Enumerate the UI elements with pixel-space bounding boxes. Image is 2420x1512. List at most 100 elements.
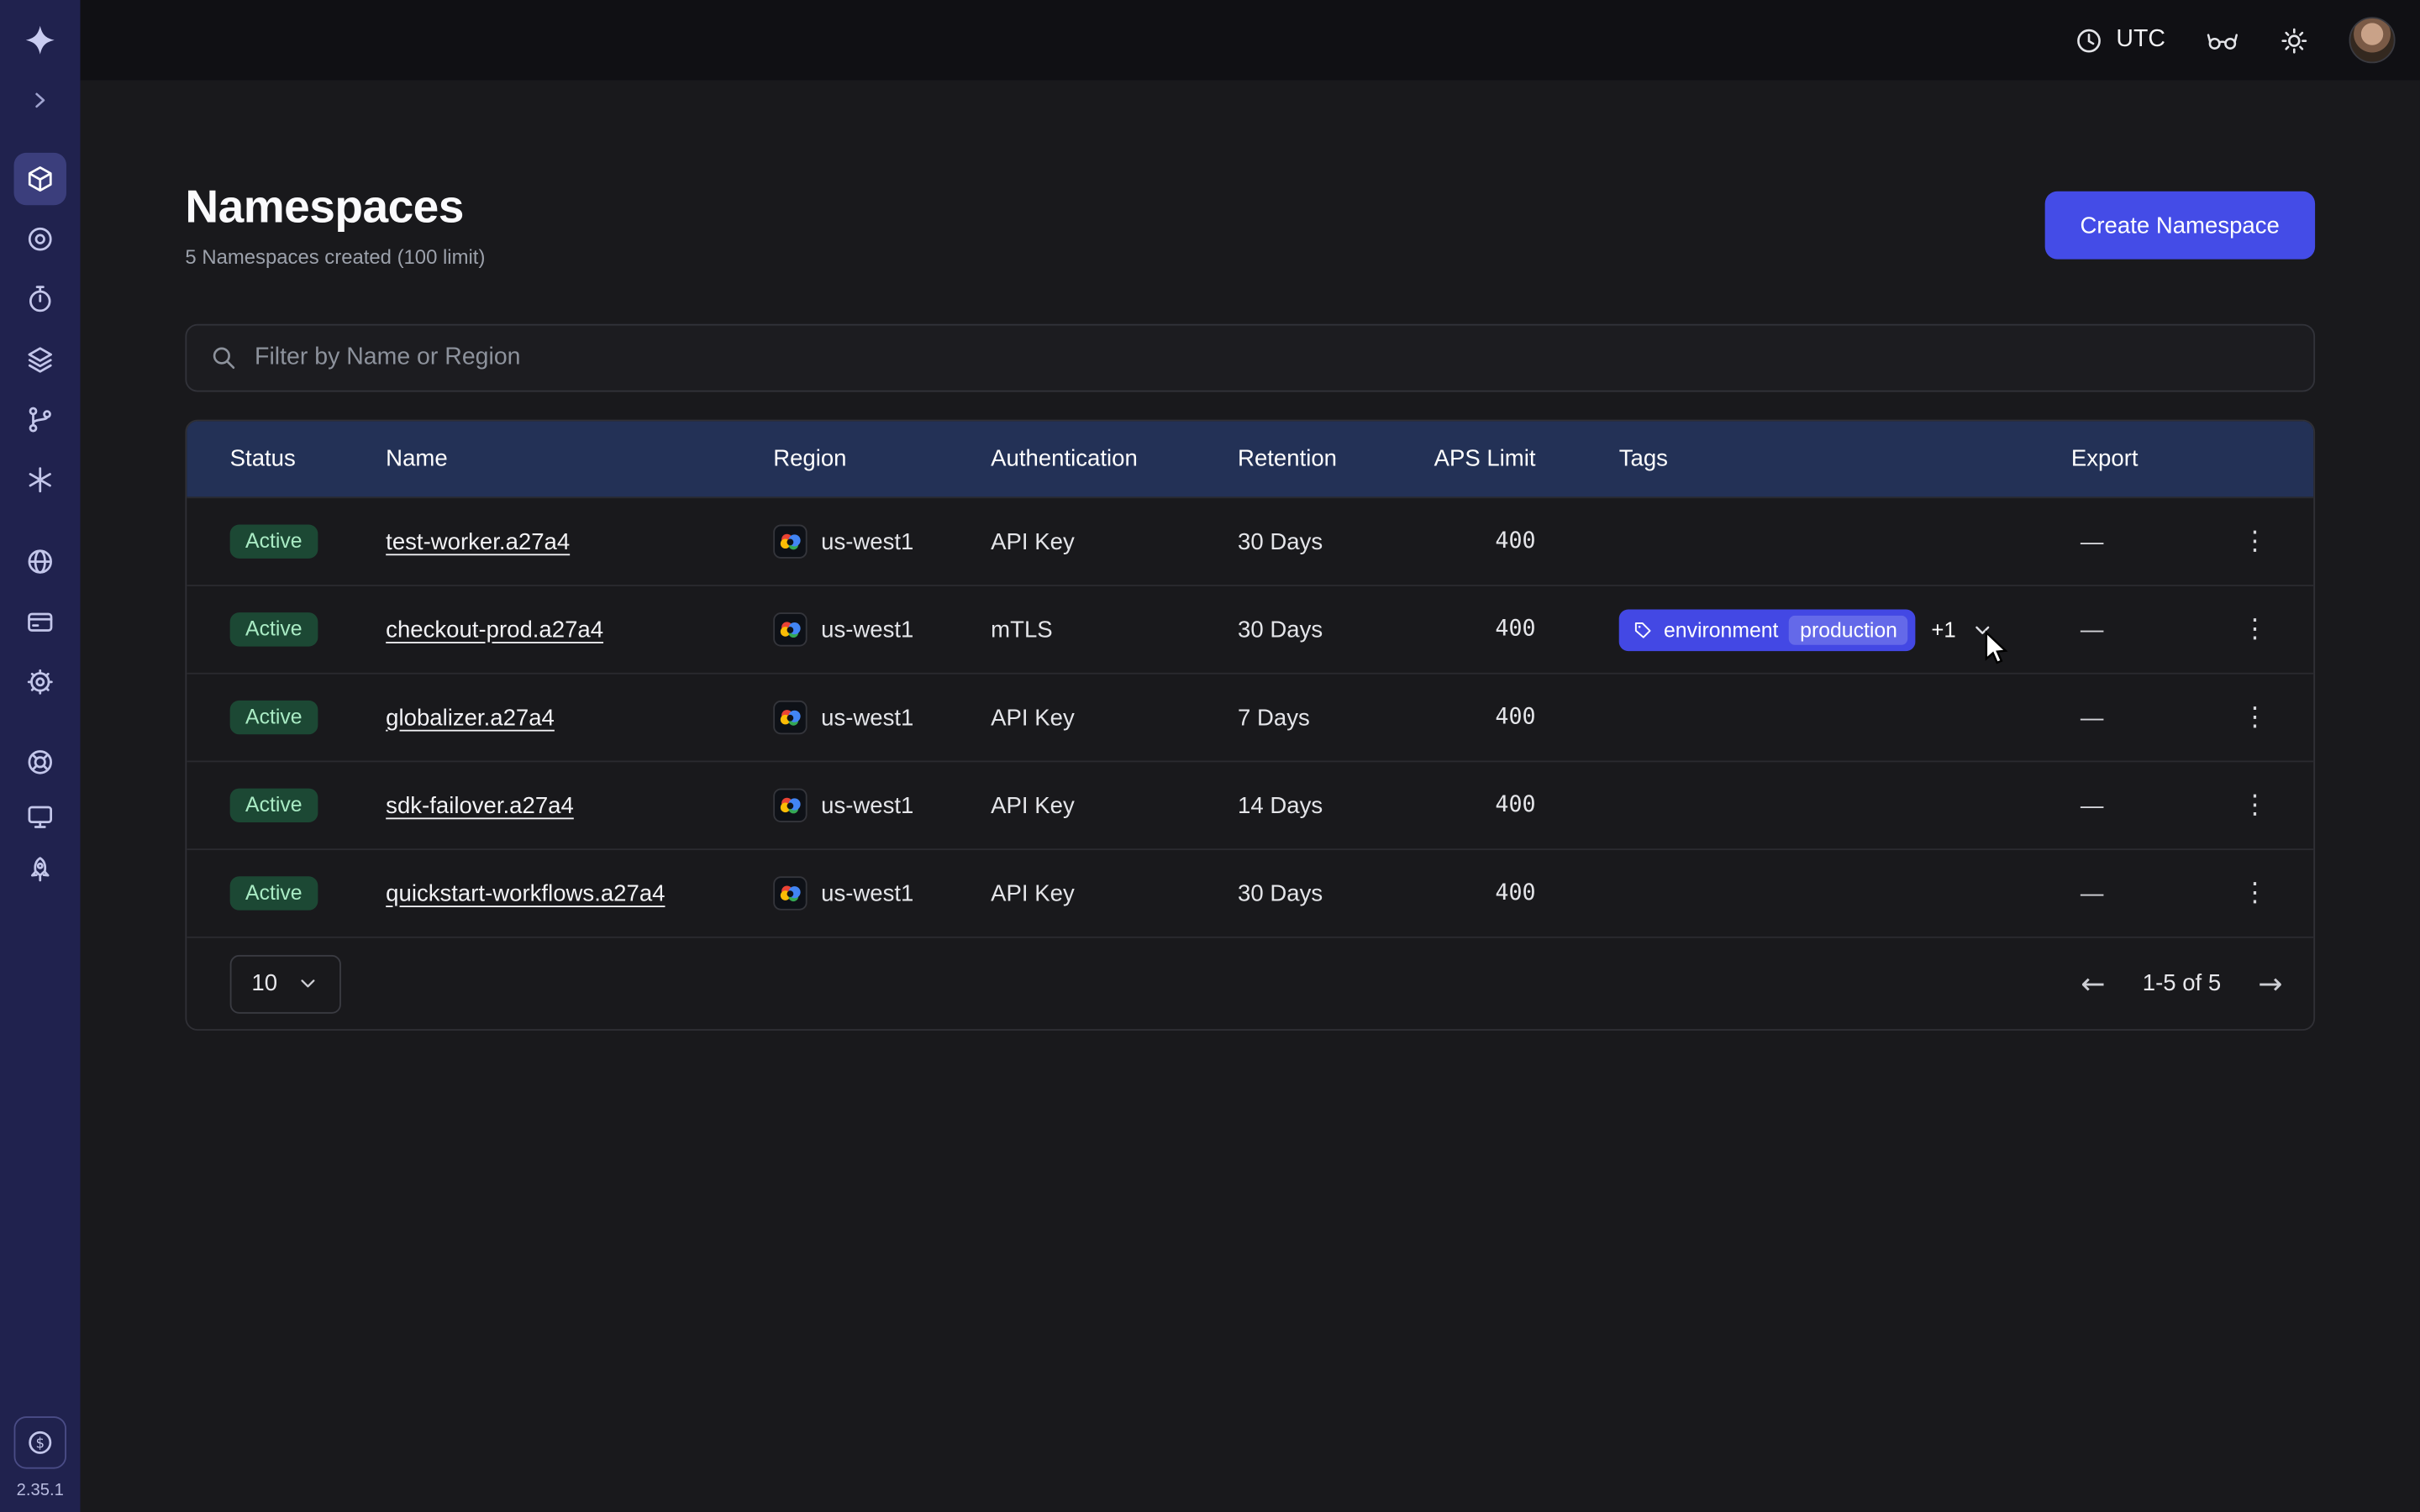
- version-label: 2.35.1: [17, 1481, 64, 1499]
- tag-key: environment: [1664, 618, 1778, 642]
- coin-icon[interactable]: $: [14, 1416, 66, 1468]
- table-row: Active test-worker.a27a4 us-west1 API Ke…: [187, 496, 2313, 585]
- status-badge: Active: [230, 524, 318, 558]
- auth-cell: API Key: [991, 880, 1238, 906]
- status-badge: Active: [230, 876, 318, 910]
- header-authentication: Authentication: [991, 446, 1238, 472]
- rocket-icon[interactable]: [14, 844, 66, 896]
- namespace-link[interactable]: sdk-failover.a27a4: [386, 792, 574, 818]
- timer-icon[interactable]: [14, 273, 66, 325]
- main-content: Namespaces 5 Namespaces created (100 lim…: [81, 81, 2420, 1512]
- timezone-selector[interactable]: UTC: [2075, 25, 2165, 55]
- region-label: us-west1: [821, 792, 913, 818]
- filter-bar: [185, 324, 2315, 392]
- header-status: Status: [230, 446, 387, 472]
- aps-limit-cell: 400: [1431, 529, 1570, 554]
- header-name: Name: [386, 446, 773, 472]
- table-row: Active globalizer.a27a4 us-west1 API Key…: [187, 673, 2313, 761]
- gcp-logo: [773, 701, 807, 734]
- gcp-logo: [773, 524, 807, 558]
- chevron-right-icon[interactable]: [14, 74, 66, 126]
- cube-icon[interactable]: [14, 153, 66, 205]
- region-label: us-west1: [821, 617, 913, 643]
- namespace-link[interactable]: quickstart-workflows.a27a4: [386, 880, 665, 906]
- tags-cell: environment production +1: [1570, 609, 2071, 651]
- aps-limit-cell: 400: [1431, 881, 1570, 906]
- monitor-icon[interactable]: [14, 790, 66, 842]
- kebab-menu-icon[interactable]: ⋮: [2233, 784, 2276, 827]
- namespace-link[interactable]: checkout-prod.a27a4: [386, 617, 603, 643]
- region-label: us-west1: [821, 880, 913, 906]
- auth-cell: API Key: [991, 528, 1238, 554]
- table-header-row: Status Name Region Authentication Retent…: [187, 421, 2313, 496]
- header-export: Export: [2071, 446, 2224, 472]
- tag-chip[interactable]: environment production: [1619, 609, 1916, 651]
- page-size-value: 10: [251, 970, 277, 996]
- kebab-menu-icon[interactable]: ⋮: [2233, 520, 2276, 563]
- gcp-logo: [773, 876, 807, 910]
- lifebuoy-icon[interactable]: [14, 736, 66, 788]
- globe-icon[interactable]: [14, 535, 66, 587]
- table-footer: 10 ← 1-5 of 5 →: [187, 937, 2313, 1029]
- auth-cell: mTLS: [991, 617, 1238, 643]
- namespace-link[interactable]: globalizer.a27a4: [386, 704, 555, 730]
- retention-cell: 14 Days: [1238, 792, 1431, 818]
- tag-value: production: [1789, 615, 1908, 644]
- namespace-link[interactable]: test-worker.a27a4: [386, 528, 570, 554]
- create-namespace-button[interactable]: Create Namespace: [2044, 192, 2315, 260]
- kebab-menu-icon[interactable]: ⋮: [2233, 872, 2276, 915]
- glasses-icon[interactable]: [2206, 26, 2239, 54]
- chevron-down-icon: [296, 972, 319, 995]
- export-cell: —: [2071, 880, 2224, 906]
- timezone-label: UTC: [2116, 26, 2165, 54]
- status-badge: Active: [230, 701, 318, 734]
- region-label: us-west1: [821, 704, 913, 730]
- page-subtitle: 5 Namespaces created (100 limit): [185, 245, 485, 269]
- tag-more-count[interactable]: +1: [1931, 617, 1955, 642]
- disc-icon[interactable]: [14, 213, 66, 265]
- asterisk-icon[interactable]: [14, 454, 66, 506]
- temporal-logo[interactable]: [14, 14, 66, 66]
- card-icon[interactable]: [14, 596, 66, 648]
- retention-cell: 30 Days: [1238, 617, 1431, 643]
- page-title: Namespaces: [185, 182, 485, 234]
- table-row: Active sdk-failover.a27a4 us-west1 API K…: [187, 761, 2313, 849]
- kebab-menu-icon[interactable]: ⋮: [2233, 608, 2276, 651]
- export-cell: —: [2071, 792, 2224, 818]
- header-region: Region: [773, 446, 991, 472]
- aps-limit-cell: 400: [1431, 705, 1570, 729]
- user-avatar[interactable]: [2349, 17, 2396, 63]
- namespaces-table: Status Name Region Authentication Retent…: [185, 420, 2315, 1031]
- table-row: Active quickstart-workflows.a27a4 us-wes…: [187, 848, 2313, 937]
- retention-cell: 30 Days: [1238, 528, 1431, 554]
- prev-page-button[interactable]: ←: [2081, 967, 2105, 1000]
- sidebar: $ 2.35.1: [0, 0, 81, 1512]
- export-cell: —: [2071, 617, 2224, 643]
- export-cell: —: [2071, 704, 2224, 730]
- table-row: Active checkout-prod.a27a4 us-west1 mTLS…: [187, 585, 2313, 673]
- pagination-range: 1-5 of 5: [2143, 970, 2221, 996]
- export-cell: —: [2071, 528, 2224, 554]
- header-aps-limit: APS Limit: [1431, 446, 1570, 472]
- aps-limit-cell: 400: [1431, 617, 1570, 642]
- page-size-select[interactable]: 10: [230, 954, 341, 1013]
- layers-icon[interactable]: [14, 333, 66, 386]
- clock-icon: [2075, 25, 2104, 55]
- kebab-menu-icon[interactable]: ⋮: [2233, 696, 2276, 738]
- auth-cell: API Key: [991, 704, 1238, 730]
- retention-cell: 30 Days: [1238, 880, 1431, 906]
- tag-icon: [1633, 619, 1653, 639]
- filter-input[interactable]: [255, 344, 2291, 372]
- auth-cell: API Key: [991, 792, 1238, 818]
- chevron-down-icon[interactable]: [1971, 618, 1995, 642]
- branch-icon[interactable]: [14, 393, 66, 445]
- next-page-button[interactable]: →: [2258, 967, 2282, 1000]
- region-label: us-west1: [821, 528, 913, 554]
- topbar: UTC: [81, 0, 2420, 81]
- sun-icon[interactable]: [2280, 25, 2309, 55]
- gcp-logo: [773, 612, 807, 646]
- search-icon: [210, 344, 238, 372]
- gear-icon[interactable]: [14, 656, 66, 708]
- header-tags: Tags: [1570, 446, 2071, 472]
- svg-text:$: $: [35, 1436, 45, 1452]
